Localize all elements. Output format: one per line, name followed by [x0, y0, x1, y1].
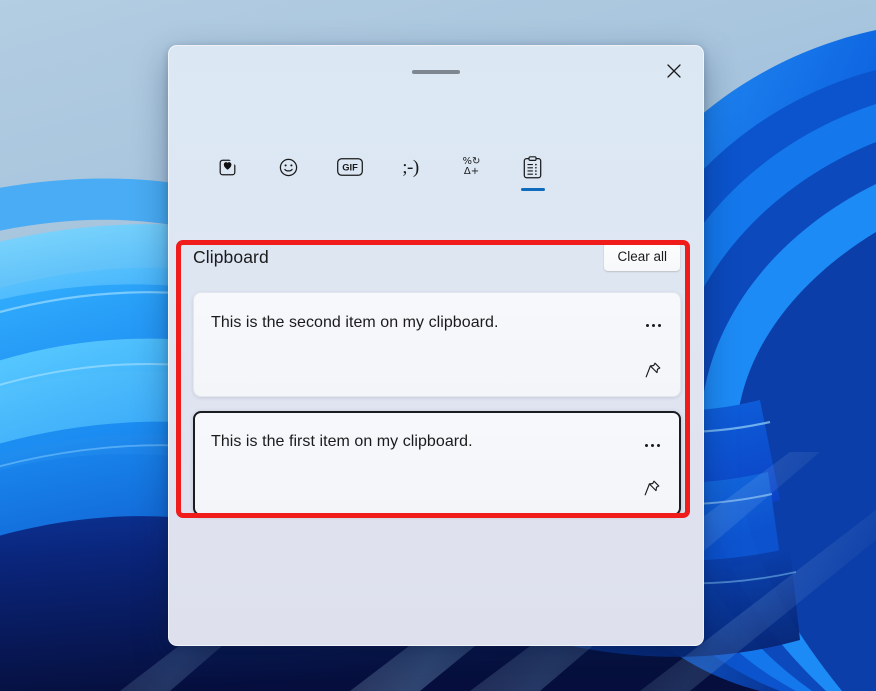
drag-handle[interactable] — [412, 70, 460, 74]
tab-clipboard-history[interactable] — [502, 150, 563, 202]
gif-icon-text: GIF — [342, 162, 358, 173]
pin-icon — [643, 479, 661, 497]
tab-emoji[interactable] — [258, 150, 319, 202]
clipboard-icon — [523, 150, 542, 184]
clipboard-item-text: This is the first item on my clipboard. — [211, 433, 473, 450]
kaomoji-icon: ;-) — [402, 150, 419, 184]
clipboard-item-menu-button[interactable] — [635, 427, 669, 457]
kaomoji-icon-text: ;-) — [402, 156, 419, 178]
tab-kaomoji[interactable]: ;-) — [380, 150, 441, 202]
header-row: Clipboard Clear all — [169, 242, 703, 272]
page-title: Clipboard — [193, 246, 269, 267]
clipboard-item-text: This is the second item on my clipboard. — [211, 314, 499, 331]
tab-recently-used[interactable] — [197, 150, 258, 202]
clipboard-item-menu-button[interactable] — [636, 307, 670, 337]
tab-gif[interactable]: GIF — [319, 150, 380, 202]
clipboard-item-pin-button[interactable] — [635, 473, 669, 503]
ellipsis-icon — [643, 435, 661, 450]
smiley-face-icon — [278, 150, 299, 184]
clipboard-item[interactable]: This is the first item on my clipboard. — [193, 411, 681, 516]
clear-all-button[interactable]: Clear all — [603, 242, 681, 272]
gif-icon: GIF — [336, 150, 363, 184]
pin-icon — [644, 361, 662, 379]
clipboard-history-flyout: GIF ;-) %↻ Δ+ Clipboard Clear all This i… — [168, 45, 704, 646]
close-button[interactable] — [654, 55, 694, 87]
symbols-icon-bottom-text: Δ+ — [463, 166, 480, 177]
clipboard-items-list: This is the second item on my clipboard. — [193, 292, 681, 530]
heart-square-icon — [217, 150, 238, 184]
ellipsis-icon — [644, 315, 662, 330]
tabstrip: GIF ;-) %↻ Δ+ — [169, 150, 703, 202]
tab-underline-active — [520, 188, 545, 191]
tab-symbols[interactable]: %↻ Δ+ — [441, 150, 502, 202]
clipboard-item-pin-button[interactable] — [636, 355, 670, 385]
close-icon — [667, 64, 681, 78]
clipboard-item[interactable]: This is the second item on my clipboard. — [193, 292, 681, 397]
symbols-icon: %↻ Δ+ — [463, 150, 481, 184]
